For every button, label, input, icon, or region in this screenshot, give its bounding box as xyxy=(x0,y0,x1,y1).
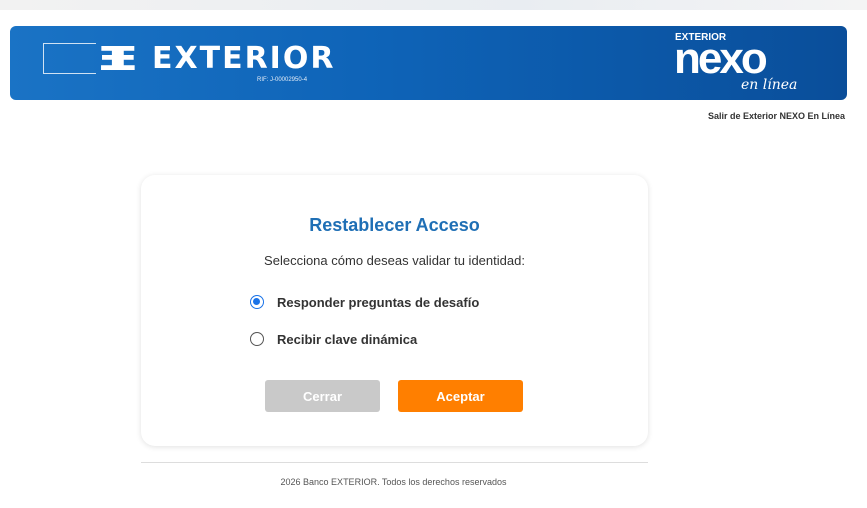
bank-rif: RIF: J-00002950-4 xyxy=(257,77,308,83)
dialog-title: Restablecer Acceso xyxy=(309,215,480,235)
bank-logo-text: EXTERIOR xyxy=(152,41,336,76)
radio-challenge-questions[interactable] xyxy=(250,295,264,309)
reset-access-dialog: Restablecer Acceso Selecciona cómo desea… xyxy=(141,175,648,446)
footer-divider xyxy=(141,462,648,463)
nexo-logo-sub: en línea xyxy=(741,77,798,93)
option-challenge-questions[interactable]: Responder preguntas de desafío xyxy=(250,293,479,311)
accept-button[interactable]: Aceptar xyxy=(398,380,523,412)
radio-dynamic-key[interactable] xyxy=(250,332,264,346)
option-label: Responder preguntas de desafío xyxy=(277,294,480,310)
close-button[interactable]: Cerrar xyxy=(265,380,380,412)
top-strip xyxy=(0,0,867,10)
option-dynamic-key[interactable]: Recibir clave dinámica xyxy=(250,330,417,348)
nexo-logo-top: EXTERIOR xyxy=(675,32,727,43)
header-banner: ƎE EXTERIOR RIF: J-00002950-4 nexo EXTER… xyxy=(10,26,847,100)
bank-logo-icon: ƎE xyxy=(98,39,137,78)
footer-copyright: 2026 Banco EXTERIOR. Todos los derechos … xyxy=(280,477,507,487)
option-label: Recibir clave dinámica xyxy=(277,331,418,347)
bank-logo-frame xyxy=(43,43,96,74)
dialog-subtitle: Selecciona cómo deseas validar tu identi… xyxy=(264,253,525,268)
exit-link[interactable]: Salir de Exterior NEXO En Línea xyxy=(708,111,845,121)
